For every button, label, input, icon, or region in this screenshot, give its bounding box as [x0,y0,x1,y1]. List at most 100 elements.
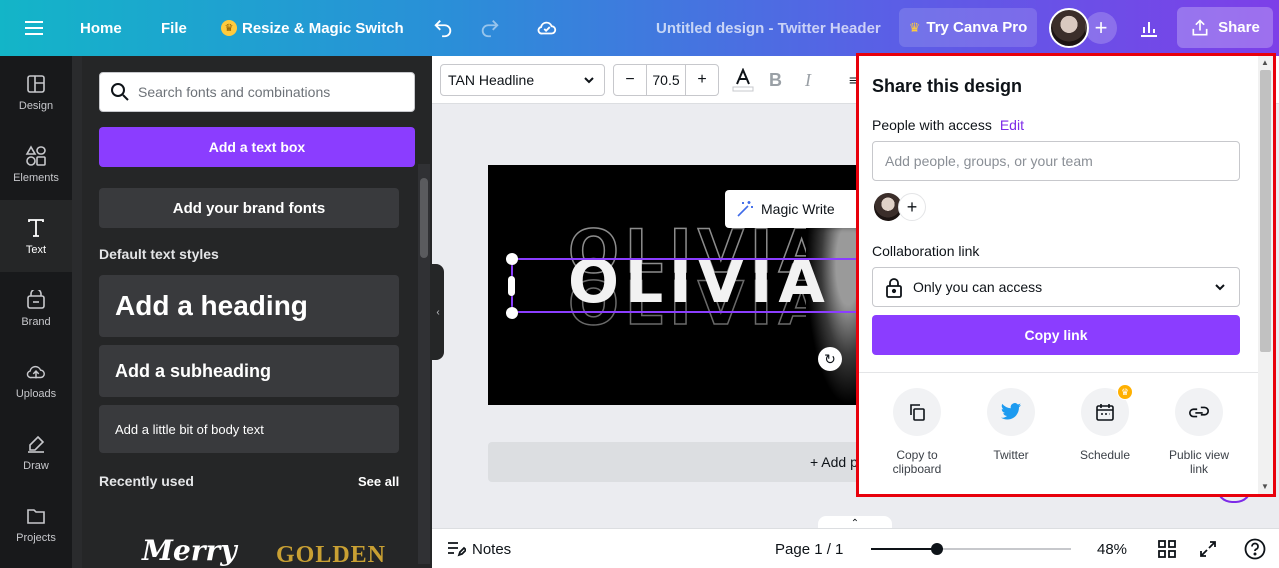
rail-item-text[interactable]: Text [0,200,72,272]
page-indicator[interactable]: Page 1 / 1 [775,529,843,568]
add-brand-fonts-button[interactable]: Add your brand fonts [99,188,399,228]
rail-item-draw[interactable]: Draw [0,416,72,488]
calendar-icon[interactable]: ♛ [1081,384,1133,436]
rail-divider [72,56,82,568]
font-preview-merry[interactable]: Merry [142,534,237,567]
add-heading-button[interactable]: Add a heading [99,275,399,337]
resize-magic-switch-button[interactable]: ♛ Resize & Magic Switch [221,0,404,56]
resize-handle-bottom-left[interactable] [506,307,518,319]
add-body-text-button[interactable]: Add a little bit of body text [99,405,399,453]
edit-access-link[interactable]: Edit [1000,117,1024,133]
search-icon [110,82,130,105]
italic-icon[interactable]: I [805,68,811,92]
search-placeholder: Search fonts and combinations [138,84,331,100]
shapes-icon [24,144,48,168]
resize-handle-left[interactable] [508,276,515,296]
public-view-link-label: Public view link [1168,448,1230,476]
layout-icon [24,72,48,96]
add-collaborator-plus-icon[interactable]: + [898,193,926,221]
font-family-value: TAN Headline [448,72,535,88]
text-selection-box[interactable] [511,258,871,313]
try-canva-pro-button[interactable]: ♛ Try Canva Pro [899,8,1037,47]
bold-icon[interactable]: B [769,68,782,92]
user-avatar[interactable] [1049,8,1089,48]
design-title[interactable]: Untitled design - Twitter Header [656,0,881,56]
add-people-input[interactable]: Add people, groups, or your team [872,141,1240,181]
font-family-select[interactable]: TAN Headline [440,64,605,96]
resize-handle-top-left[interactable] [506,253,518,265]
fullscreen-icon[interactable] [1196,537,1220,561]
help-icon[interactable] [1243,537,1267,561]
copy-link-button[interactable]: Copy link [872,315,1240,355]
rail-label: Design [18,100,54,112]
copy-to-clipboard-action[interactable]: Copy to clipboard [870,388,964,476]
add-people-placeholder: Add people, groups, or your team [885,153,1093,169]
collaboration-link-label: Collaboration link [872,243,980,259]
see-all-link[interactable]: See all [358,474,399,489]
panel-scrollbar[interactable] [418,164,430,564]
scrollbar-thumb[interactable] [420,178,428,258]
link-access-select[interactable]: Only you can access [872,267,1240,307]
text-panel: Search fonts and combinations Add a text… [82,56,432,568]
rail-item-elements[interactable]: Elements [0,128,72,200]
schedule-action[interactable]: ♛ Schedule [1058,384,1152,462]
copy-to-clipboard-label: Copy to clipboard [892,448,942,476]
increase-font-size-button[interactable]: + [686,65,718,95]
grid-view-icon[interactable] [1155,537,1179,561]
magic-wand-icon [737,201,753,217]
scroll-up-arrow-icon[interactable]: ▲ [1261,58,1269,67]
decrease-font-size-button[interactable]: − [614,65,646,95]
rail-label: Text [25,244,47,256]
share-button[interactable]: Share [1177,7,1273,48]
add-text-box-button[interactable]: Add a text box [99,127,415,167]
notes-label: Notes [472,540,512,558]
rail-item-brand[interactable]: Brand [0,272,72,344]
chevron-down-icon [582,73,596,90]
scrollbar-thumb[interactable] [1260,70,1271,352]
zoom-percent[interactable]: 48% [1097,529,1127,568]
zoom-slider-knob[interactable] [931,543,944,555]
undo-icon[interactable] [432,0,454,56]
redo-icon[interactable] [479,0,501,56]
chevron-down-icon [1213,280,1227,297]
rail-label: Elements [13,172,59,184]
link-icon[interactable] [1175,388,1223,436]
zoom-slider[interactable] [871,543,1071,555]
rail-item-design[interactable]: Design [0,56,72,128]
rail-item-projects[interactable]: Projects [0,488,72,560]
folder-icon [24,504,48,528]
magic-write-button[interactable]: Magic Write [725,190,860,228]
crown-icon: ♛ [908,19,921,35]
text-color-icon[interactable] [732,68,754,92]
insights-chart-icon[interactable] [1130,8,1168,47]
copy-icon[interactable] [893,388,941,436]
share-panel-scrollbar[interactable]: ▲ ▼ [1258,56,1273,494]
font-preview-golden[interactable]: GOLDEN [276,542,386,568]
scroll-down-arrow-icon[interactable]: ▼ [1261,482,1269,491]
share-divider [859,372,1258,373]
file-menu-button[interactable]: File [161,0,187,56]
draw-icon [24,432,48,456]
twitter-action[interactable]: Twitter [964,388,1058,462]
recently-used-label: Recently used [99,473,194,489]
rotate-icon[interactable]: ↻ [818,347,842,371]
twitter-icon[interactable] [987,388,1035,436]
font-size-value[interactable]: 70.5 [646,65,686,95]
collapse-panel-chevron-icon[interactable]: ‹ [432,264,444,360]
people-with-access-label: People with access [872,117,992,133]
default-text-styles-label: Default text styles [99,246,219,262]
font-size-stepper[interactable]: − 70.5 + [613,64,719,96]
add-page-button[interactable]: + Add page [488,442,860,482]
invite-plus-icon[interactable]: + [1085,12,1117,44]
add-subheading-button[interactable]: Add a subheading [99,345,399,397]
public-view-link-action[interactable]: Public view link [1152,388,1246,476]
rail-item-uploads[interactable]: Uploads [0,344,72,416]
cloud-saved-icon[interactable] [535,0,559,56]
magic-write-label: Magic Write [761,201,835,217]
people-with-access-row: People with access Edit [872,117,1024,133]
font-search-input[interactable]: Search fonts and combinations [99,72,415,112]
notes-button[interactable]: Notes [446,529,511,568]
menu-hamburger-icon[interactable] [25,0,45,56]
home-button[interactable]: Home [80,0,122,56]
rail-label: Projects [16,532,56,544]
